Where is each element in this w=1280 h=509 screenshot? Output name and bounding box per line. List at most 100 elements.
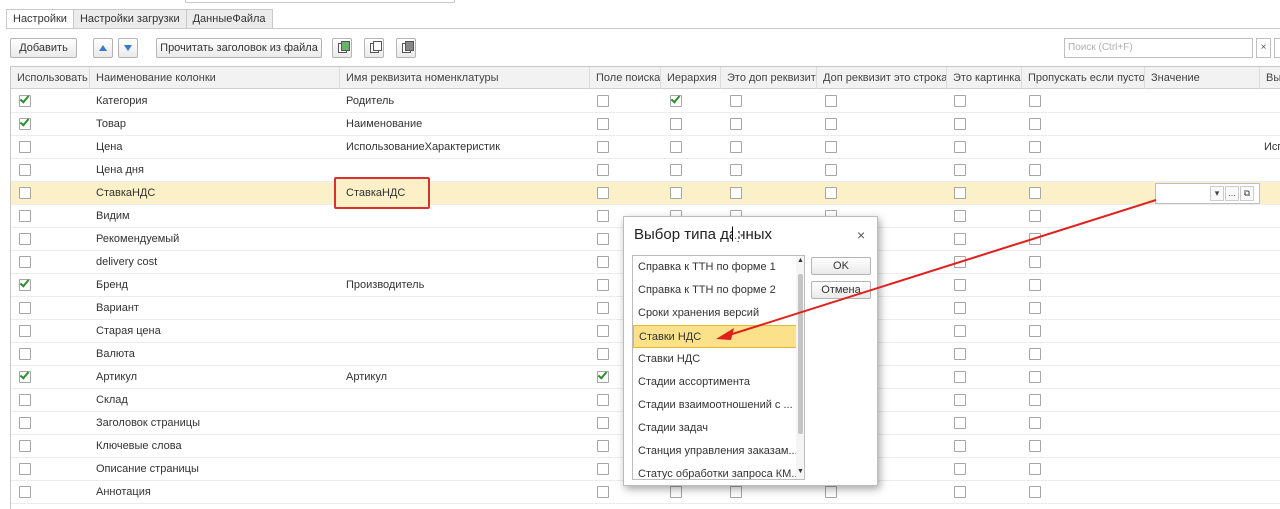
extra-cell[interactable]: [1260, 366, 1280, 389]
extra-cell[interactable]: [1260, 389, 1280, 412]
search-extra-button[interactable]: [1274, 38, 1280, 58]
scroll-up-icon[interactable]: ▲: [797, 257, 804, 264]
checkbox[interactable]: [597, 279, 609, 291]
extra-cell[interactable]: [1260, 320, 1280, 343]
col-header-more[interactable]: Вы: [1260, 67, 1280, 89]
checkbox[interactable]: [670, 164, 682, 176]
checkbox[interactable]: [954, 118, 966, 130]
checkbox[interactable]: [597, 118, 609, 130]
checkbox[interactable]: [1029, 187, 1041, 199]
attr-name-cell[interactable]: [340, 412, 590, 435]
checkbox[interactable]: [954, 417, 966, 429]
checkbox[interactable]: [1029, 348, 1041, 360]
checkbox[interactable]: [1029, 394, 1041, 406]
extra-cell[interactable]: [1260, 481, 1280, 504]
checkbox[interactable]: [597, 463, 609, 475]
move-up-button[interactable]: [93, 38, 113, 58]
attr-name-cell[interactable]: [340, 343, 590, 366]
checkbox[interactable]: [597, 369, 609, 383]
extra-cell[interactable]: [1260, 182, 1280, 205]
checkbox[interactable]: [597, 325, 609, 337]
checkbox[interactable]: [19, 116, 31, 130]
checkbox[interactable]: [954, 210, 966, 222]
checkbox[interactable]: [670, 486, 682, 498]
column-name-cell[interactable]: Вариант: [90, 297, 340, 320]
col-header-picture[interactable]: Это картинка: [947, 67, 1022, 89]
scroll-thumb[interactable]: [798, 274, 803, 434]
extra-cell[interactable]: [1260, 205, 1280, 228]
checkbox[interactable]: [19, 233, 31, 245]
checkbox[interactable]: [19, 463, 31, 475]
checkbox[interactable]: [954, 463, 966, 475]
attr-name-cell[interactable]: [340, 458, 590, 481]
extra-cell[interactable]: [1260, 90, 1280, 113]
checkbox[interactable]: [730, 118, 742, 130]
checkbox[interactable]: [1029, 302, 1041, 314]
extra-cell[interactable]: Исп: [1260, 136, 1280, 159]
checkbox[interactable]: [1029, 141, 1041, 153]
checkbox[interactable]: [19, 325, 31, 337]
column-name-cell[interactable]: Категория: [90, 90, 340, 113]
checkbox[interactable]: [19, 394, 31, 406]
attr-name-cell[interactable]: [340, 228, 590, 251]
checkbox[interactable]: [730, 164, 742, 176]
checkbox[interactable]: [954, 394, 966, 406]
attr-name-cell[interactable]: [340, 251, 590, 274]
col-header-hierarchy[interactable]: Иерархия: [661, 67, 721, 89]
checkbox[interactable]: [954, 302, 966, 314]
column-name-cell[interactable]: Артикул: [90, 366, 340, 389]
column-name-cell[interactable]: СтавкаНДС: [90, 182, 340, 205]
extra-cell[interactable]: [1260, 113, 1280, 136]
column-name-cell[interactable]: Валюта: [90, 343, 340, 366]
checkbox[interactable]: [1029, 440, 1041, 452]
attr-name-cell[interactable]: Артикул: [340, 366, 590, 389]
column-name-cell[interactable]: Цена: [90, 136, 340, 159]
attr-name-cell[interactable]: [340, 297, 590, 320]
checkbox[interactable]: [1029, 164, 1041, 176]
checkbox[interactable]: [1029, 486, 1041, 498]
type-list-item[interactable]: Стадии ассортимента: [633, 371, 797, 394]
checkbox[interactable]: [1029, 95, 1041, 107]
type-list-item[interactable]: Ставки НДС: [633, 325, 797, 348]
checkbox[interactable]: [597, 141, 609, 153]
checkbox[interactable]: [730, 141, 742, 153]
attr-name-cell[interactable]: ИспользованиеХарактеристик: [340, 136, 590, 159]
type-list-item[interactable]: Стадии взаимоотношений с ...: [633, 394, 797, 417]
add-button[interactable]: Добавить: [10, 38, 77, 58]
checkbox[interactable]: [19, 187, 31, 199]
more-icon[interactable]: ...: [1225, 186, 1239, 201]
tab-file-data[interactable]: ДанныеФайла: [186, 9, 273, 29]
checkbox[interactable]: [597, 210, 609, 222]
col-header-name[interactable]: Наименование колонки: [90, 67, 340, 89]
column-name-cell[interactable]: Товар: [90, 113, 340, 136]
scroll-down-icon[interactable]: ▼: [797, 468, 804, 475]
value-input[interactable]: ▾ ... ⧉: [1155, 183, 1260, 204]
checkbox[interactable]: [954, 95, 966, 107]
checkbox[interactable]: [670, 187, 682, 199]
type-list-item[interactable]: Станция управления заказам...: [633, 440, 797, 463]
col-header-use[interactable]: Использовать: [11, 67, 90, 89]
table-row[interactable]: Товар Наименование: [11, 113, 1280, 136]
dropdown-icon[interactable]: ▾: [1210, 186, 1224, 201]
type-list-item[interactable]: Справка к ТТН по форме 2: [633, 279, 797, 302]
checkbox[interactable]: [954, 164, 966, 176]
checkbox[interactable]: [19, 210, 31, 222]
extra-cell[interactable]: [1260, 159, 1280, 182]
attr-name-cell[interactable]: [340, 320, 590, 343]
search-input[interactable]: Поиск (Ctrl+F): [1064, 38, 1253, 58]
checkbox[interactable]: [597, 417, 609, 429]
checkbox[interactable]: [1029, 118, 1041, 130]
attr-name-cell[interactable]: Производитель: [340, 274, 590, 297]
checkbox[interactable]: [597, 95, 609, 107]
col-header-attr[interactable]: Имя реквизита номенклатуры: [340, 67, 590, 89]
col-header-extra-attr[interactable]: Это доп реквизит: [721, 67, 817, 89]
tab-settings[interactable]: Настройки: [6, 9, 74, 29]
column-name-cell[interactable]: Видим: [90, 205, 340, 228]
checkbox[interactable]: [1029, 210, 1041, 222]
type-list-item[interactable]: Статус обработки запроса КМ...: [633, 463, 797, 479]
column-name-cell[interactable]: Аннотация: [90, 481, 340, 504]
open-icon[interactable]: ⧉: [1240, 186, 1254, 201]
table-row[interactable]: СтавкаНДС СтавкаНДС: [11, 182, 1280, 205]
ok-button[interactable]: OK: [811, 257, 871, 275]
checkbox[interactable]: [1029, 233, 1041, 245]
